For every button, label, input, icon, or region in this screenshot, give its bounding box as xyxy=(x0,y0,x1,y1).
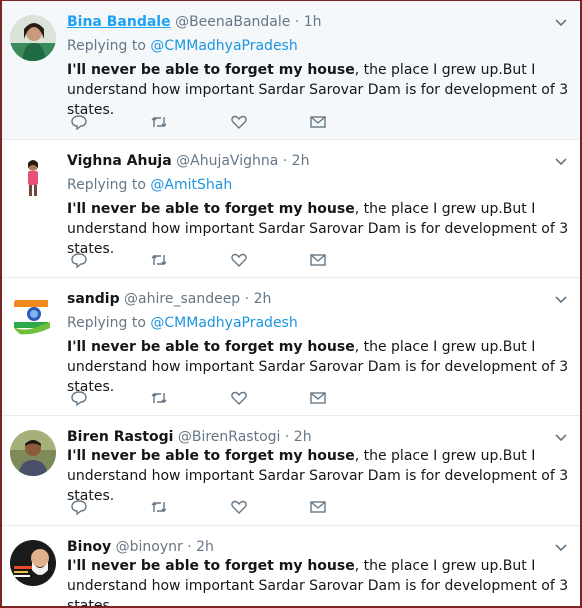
tweet-item[interactable]: sandip @ahire_sandeep · 2h Replying to @… xyxy=(2,278,580,416)
separator: · xyxy=(294,14,300,30)
timestamp[interactable]: 2h xyxy=(292,153,310,169)
tweet-actions xyxy=(70,251,340,271)
avatar[interactable] xyxy=(10,540,56,586)
chevron-down-icon[interactable] xyxy=(554,431,568,445)
tweet-item[interactable]: Bina Bandale @BeenaBandale · 1h Replying… xyxy=(2,1,580,140)
retweet-icon[interactable] xyxy=(150,113,168,131)
tweet-text: I'll never be able to forget my house, t… xyxy=(67,337,575,397)
replying-to-link[interactable]: @AmitShah xyxy=(150,177,232,193)
timeline: Bina Bandale @BeenaBandale · 1h Replying… xyxy=(0,0,582,608)
avatar-image xyxy=(10,540,56,586)
tweet-actions xyxy=(70,498,340,518)
user-handle[interactable]: @binoynr xyxy=(116,539,183,555)
heart-icon[interactable] xyxy=(230,498,248,516)
heart-icon[interactable] xyxy=(230,389,248,407)
tweet-actions xyxy=(70,113,340,133)
user-handle[interactable]: @ahire_sandeep xyxy=(124,291,240,307)
replying-label: Replying to xyxy=(67,38,146,54)
separator: · xyxy=(284,429,290,445)
heart-icon[interactable] xyxy=(230,251,248,269)
user-name[interactable]: Binoy xyxy=(67,539,111,555)
separator: · xyxy=(282,153,288,169)
user-name[interactable]: sandip xyxy=(67,291,120,307)
avatar-image xyxy=(10,154,56,200)
tweet-text: I'll never be able to forget my house, t… xyxy=(67,60,575,120)
timestamp[interactable]: 2h xyxy=(254,291,272,307)
retweet-icon[interactable] xyxy=(150,498,168,516)
user-handle[interactable]: @BeenaBandale xyxy=(175,14,290,30)
tweet-item[interactable]: Binoy @binoynr · 2h I'll never be able t… xyxy=(2,526,580,606)
tweet-text-bold: I'll never be able to forget my house xyxy=(67,339,355,355)
envelope-icon[interactable] xyxy=(309,113,327,131)
tweet-text: I'll never be able to forget my house, t… xyxy=(67,199,575,259)
user-name[interactable]: Vighna Ahuja xyxy=(67,153,172,169)
retweet-icon[interactable] xyxy=(150,251,168,269)
chevron-down-icon[interactable] xyxy=(554,155,568,169)
tweet-text: I'll never be able to forget my house, t… xyxy=(67,556,575,606)
avatar[interactable] xyxy=(10,154,56,200)
avatar[interactable] xyxy=(10,292,56,338)
avatar[interactable] xyxy=(10,430,56,476)
tweet-item[interactable]: Vighna Ahuja @AhujaVighna · 2h Replying … xyxy=(2,140,580,278)
reply-icon[interactable] xyxy=(70,498,88,516)
separator: · xyxy=(244,291,250,307)
tweet-text: I'll never be able to forget my house, t… xyxy=(67,446,575,506)
replying-to-link[interactable]: @CMMadhyaPradesh xyxy=(150,38,297,54)
tweet-text-bold: I'll never be able to forget my house xyxy=(67,448,355,464)
chevron-down-icon[interactable] xyxy=(554,16,568,30)
avatar-image xyxy=(10,15,56,61)
timestamp[interactable]: 2h xyxy=(196,539,214,555)
envelope-icon[interactable] xyxy=(309,498,327,516)
replying-to: Replying to @CMMadhyaPradesh xyxy=(67,314,298,332)
tweet-header: Bina Bandale @BeenaBandale · 1h xyxy=(67,13,322,31)
timestamp[interactable]: 1h xyxy=(304,14,322,30)
envelope-icon[interactable] xyxy=(309,251,327,269)
avatar[interactable] xyxy=(10,15,56,61)
avatar-image xyxy=(10,430,56,476)
tweet-text-bold: I'll never be able to forget my house xyxy=(67,62,355,78)
replying-label: Replying to xyxy=(67,177,146,193)
chevron-down-icon[interactable] xyxy=(554,293,568,307)
replying-to: Replying to @AmitShah xyxy=(67,176,232,194)
user-name[interactable]: Biren Rastogi xyxy=(67,429,173,445)
replying-to-link[interactable]: @CMMadhyaPradesh xyxy=(150,315,297,331)
replying-label: Replying to xyxy=(67,315,146,331)
user-handle[interactable]: @BirenRastogi xyxy=(178,429,281,445)
user-name[interactable]: Bina Bandale xyxy=(67,14,171,30)
tweet-header: Biren Rastogi @BirenRastogi · 2h xyxy=(67,428,312,446)
reply-icon[interactable] xyxy=(70,113,88,131)
timestamp[interactable]: 2h xyxy=(294,429,312,445)
user-handle[interactable]: @AhujaVighna xyxy=(176,153,278,169)
reply-icon[interactable] xyxy=(70,251,88,269)
reply-icon[interactable] xyxy=(70,389,88,407)
separator: · xyxy=(187,539,192,555)
tweet-header: Binoy @binoynr · 2h xyxy=(67,538,214,556)
avatar-image xyxy=(10,292,56,338)
tweet-text-bold: I'll never be able to forget my house xyxy=(67,201,355,217)
envelope-icon[interactable] xyxy=(309,389,327,407)
tweet-item[interactable]: Biren Rastogi @BirenRastogi · 2h I'll ne… xyxy=(2,416,580,526)
tweet-actions xyxy=(70,389,340,409)
heart-icon[interactable] xyxy=(230,113,248,131)
tweet-text-bold: I'll never be able to forget my house xyxy=(67,558,355,574)
replying-to: Replying to @CMMadhyaPradesh xyxy=(67,37,298,55)
tweet-header: sandip @ahire_sandeep · 2h xyxy=(67,290,271,308)
tweet-header: Vighna Ahuja @AhujaVighna · 2h xyxy=(67,152,309,170)
retweet-icon[interactable] xyxy=(150,389,168,407)
chevron-down-icon[interactable] xyxy=(554,541,568,555)
